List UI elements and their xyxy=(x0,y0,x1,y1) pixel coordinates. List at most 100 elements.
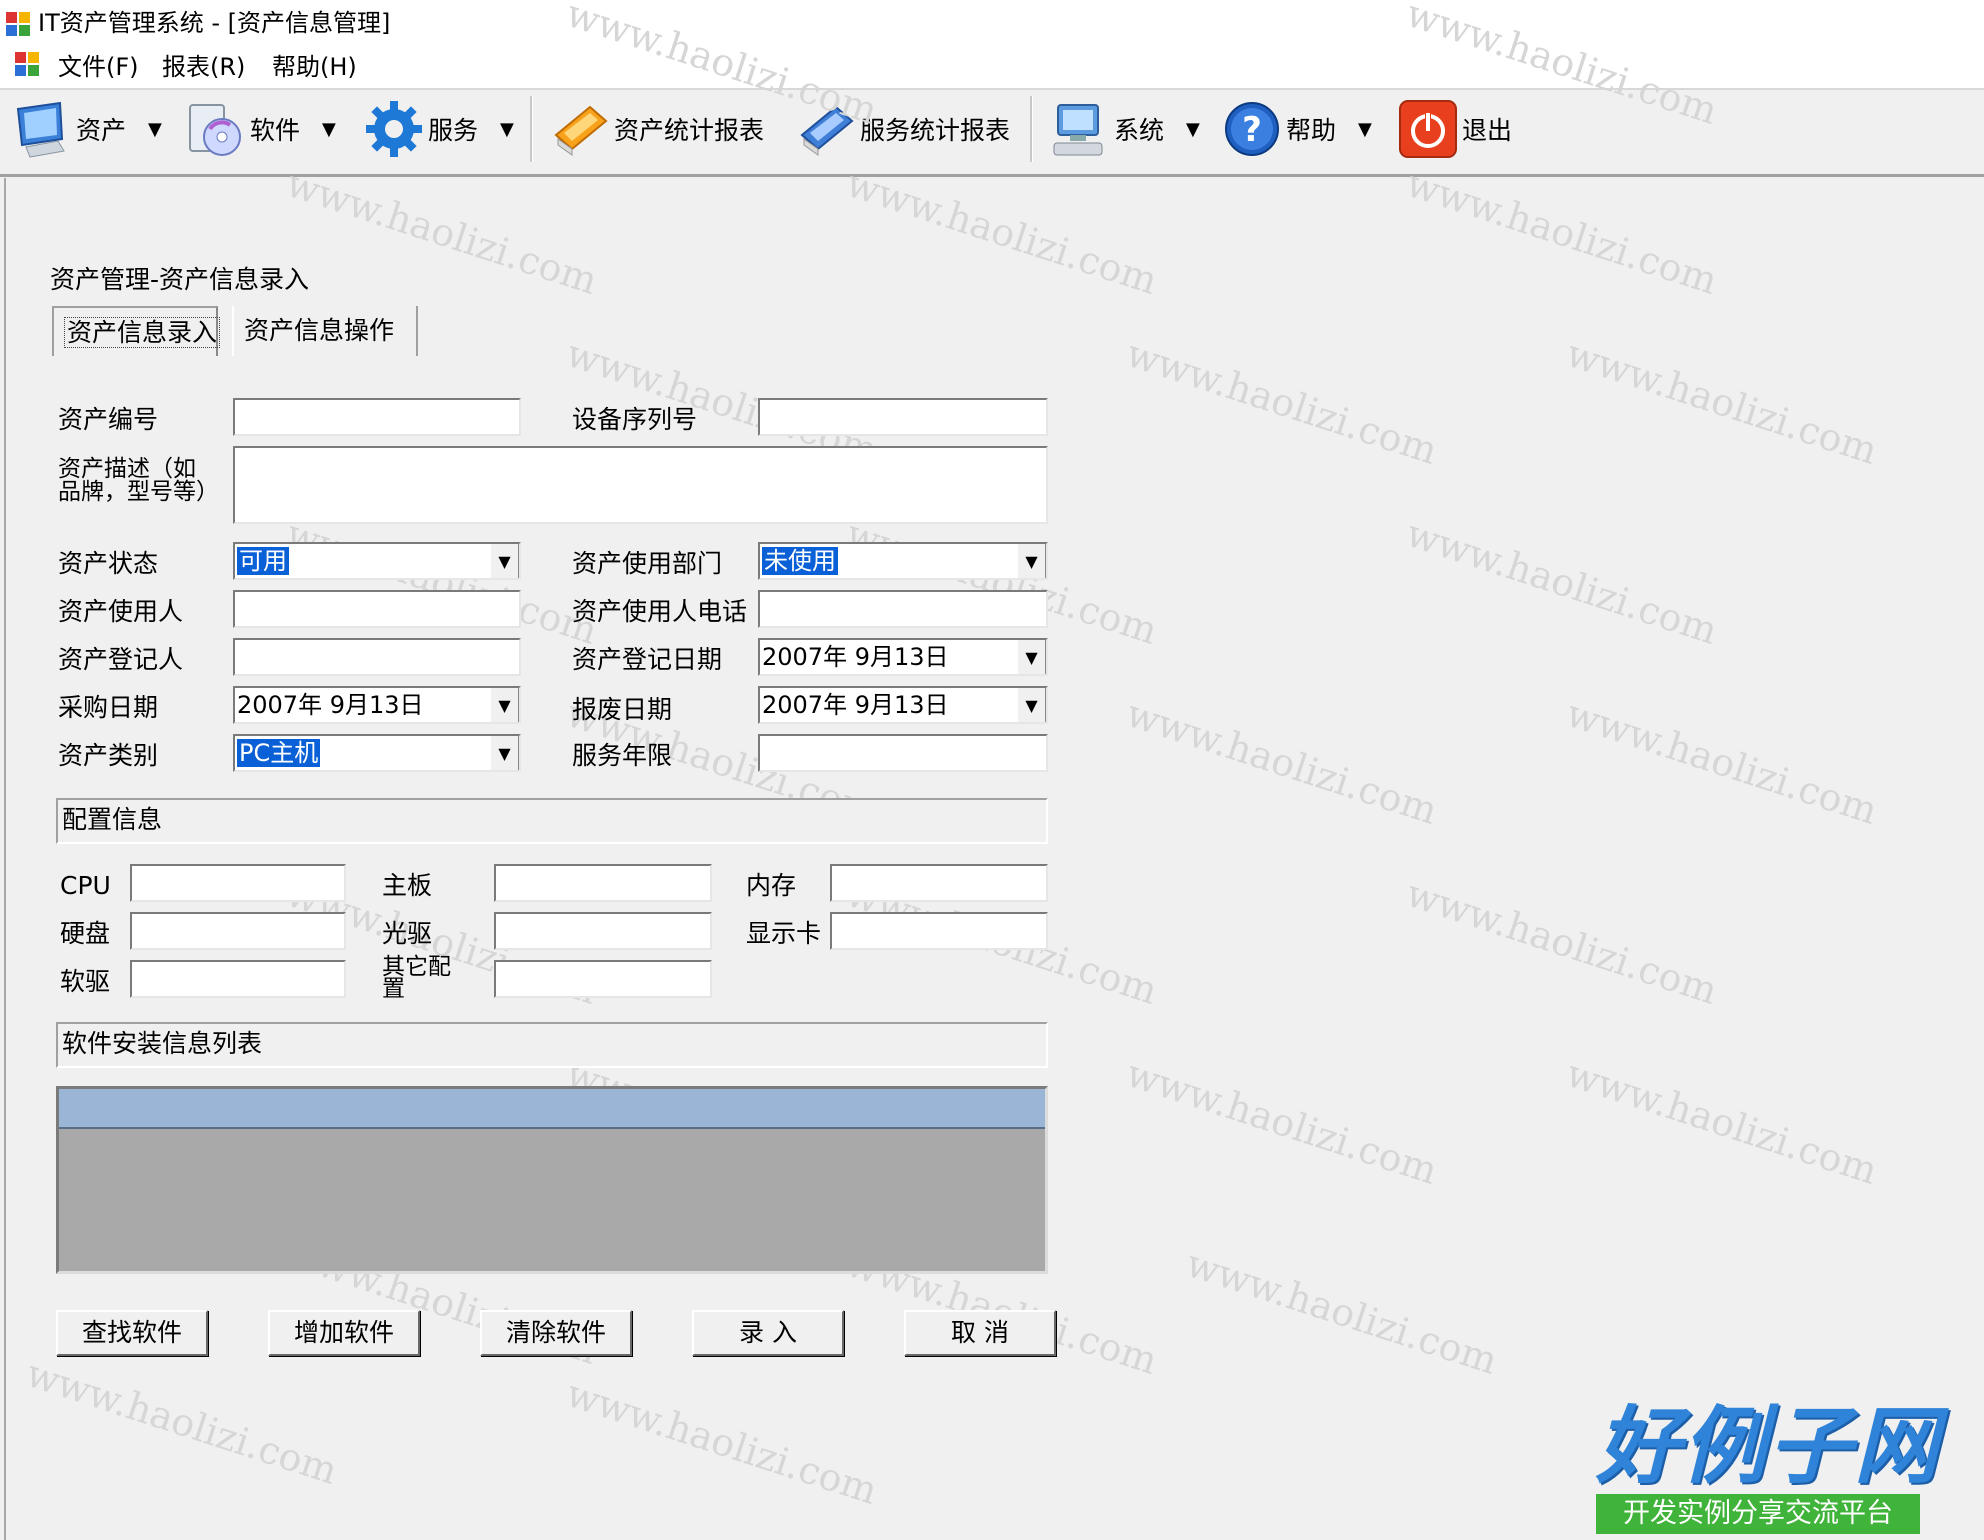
status-select[interactable]: 可用 ▼ xyxy=(233,542,521,580)
monitor-icon xyxy=(16,101,65,158)
hard-disk-input[interactable] xyxy=(130,912,346,950)
serial-no-input[interactable] xyxy=(758,398,1048,436)
computer-keyboard-icon xyxy=(1053,104,1103,156)
window-title: IT资产管理系统 - [资产信息管理] xyxy=(38,9,391,37)
cancel-button[interactable]: 取 消 xyxy=(904,1310,1056,1356)
help-question-icon: ? xyxy=(1225,102,1279,156)
software-disc-icon xyxy=(189,104,241,156)
floppy-drive-label: 软驱 xyxy=(60,967,111,996)
gear-icon xyxy=(366,101,422,157)
add-software-button[interactable]: 增加软件 xyxy=(268,1310,420,1356)
scrap-date-value: 2007年 9月13日 xyxy=(762,691,949,719)
motherboard-input[interactable] xyxy=(494,864,712,902)
purchase-date-value: 2007年 9月13日 xyxy=(237,691,424,719)
menu-help[interactable]: 帮助(H) xyxy=(272,52,357,82)
user-label: 资产使用人 xyxy=(58,597,184,626)
config-section-header: 配置信息 xyxy=(56,798,1048,844)
video-card-label: 显示卡 xyxy=(746,919,822,948)
toolbar-exit-button[interactable]: 退出 xyxy=(1398,96,1512,162)
other-config-label: 其它配置 xyxy=(382,954,451,1002)
mdi-child-icon[interactable] xyxy=(14,51,40,77)
register-date-picker[interactable]: 2007年 9月13日 ▼ xyxy=(758,638,1048,676)
chevron-down-icon[interactable]: ▼ xyxy=(1016,688,1046,722)
tab-asset-operations-label: 资产信息操作 xyxy=(244,316,395,345)
toolbar-asset-button[interactable]: 资产 ▼ xyxy=(12,96,162,162)
toolbar-asset-report-button[interactable]: 资产统计报表 xyxy=(550,96,764,162)
category-select[interactable]: PC主机 ▼ xyxy=(233,734,521,772)
chevron-down-icon[interactable]: ▼ xyxy=(500,119,514,140)
description-label: 资产描述（如品牌，型号等） xyxy=(58,456,219,505)
chevron-down-icon[interactable]: ▼ xyxy=(148,119,162,140)
chevron-down-icon[interactable]: ▼ xyxy=(1016,544,1046,578)
category-label: 资产类别 xyxy=(58,741,159,770)
tab-asset-operations[interactable]: 资产信息操作 xyxy=(232,306,418,356)
cpu-label: CPU xyxy=(60,871,111,900)
hard-disk-label: 硬盘 xyxy=(60,919,111,948)
service-years-input[interactable] xyxy=(758,734,1048,772)
serial-no-label: 设备序列号 xyxy=(572,405,698,434)
toolbar-service-report-button[interactable]: 服务统计报表 xyxy=(796,96,1010,162)
toolbar-system-label: 系统 xyxy=(1114,116,1165,145)
chevron-down-icon[interactable]: ▼ xyxy=(1016,640,1046,674)
power-icon xyxy=(1399,100,1457,158)
chevron-down-icon[interactable]: ▼ xyxy=(322,119,336,140)
register-date-value: 2007年 9月13日 xyxy=(762,643,949,671)
clear-software-button[interactable]: 清除软件 xyxy=(480,1310,632,1356)
user-phone-label: 资产使用人电话 xyxy=(572,597,748,626)
toolbar-software-label: 软件 xyxy=(250,116,301,145)
menu-file[interactable]: 文件(F) xyxy=(58,52,139,82)
toolbar-service-label: 服务 xyxy=(428,116,479,145)
user-input[interactable] xyxy=(233,590,521,628)
brand-tagline: 开发实例分享交流平台 xyxy=(1596,1494,1920,1534)
cpu-input[interactable] xyxy=(130,864,346,902)
toolbar-service-report-label: 服务统计报表 xyxy=(860,116,1011,145)
status-label: 资产状态 xyxy=(58,549,159,578)
submit-button[interactable]: 录 入 xyxy=(692,1310,844,1356)
description-textarea[interactable] xyxy=(233,446,1048,524)
optical-drive-label: 光驱 xyxy=(382,919,433,948)
find-software-button[interactable]: 查找软件 xyxy=(56,1310,208,1356)
report-book-icon xyxy=(554,105,608,156)
chevron-down-icon[interactable]: ▼ xyxy=(489,736,519,770)
chevron-down-icon[interactable]: ▼ xyxy=(489,544,519,578)
scrap-date-picker[interactable]: 2007年 9月13日 ▼ xyxy=(758,686,1048,724)
department-label: 资产使用部门 xyxy=(572,549,723,578)
toolbar-help-button[interactable]: ? 帮助 ▼ xyxy=(1222,96,1372,162)
other-config-input[interactable] xyxy=(494,960,712,998)
brand-watermark: 好例子网 开发实例分享交流平台 xyxy=(1596,1397,1941,1534)
software-section-header: 软件安装信息列表 xyxy=(56,1022,1048,1068)
registrar-label: 资产登记人 xyxy=(58,645,184,674)
memory-label: 内存 xyxy=(746,871,797,900)
video-card-input[interactable] xyxy=(830,912,1048,950)
brand-logo: 好例子网 xyxy=(1596,1397,1941,1495)
toolbar-software-button[interactable]: 软件 ▼ xyxy=(186,96,336,162)
memory-input[interactable] xyxy=(830,864,1048,902)
toolbar-system-button[interactable]: 系统 ▼ xyxy=(1050,96,1200,162)
toolbar-exit-label: 退出 xyxy=(1462,116,1513,145)
toolbar-asset-label: 资产 xyxy=(76,116,127,145)
toolbar-service-button[interactable]: 服务 ▼ xyxy=(364,96,514,162)
registrar-input[interactable] xyxy=(233,638,521,676)
register-date-label: 资产登记日期 xyxy=(572,645,723,674)
menu-report[interactable]: 报表(R) xyxy=(162,52,245,82)
toolbar-separator xyxy=(1030,96,1033,162)
chevron-down-icon[interactable]: ▼ xyxy=(489,688,519,722)
asset-no-input[interactable] xyxy=(233,398,521,436)
department-select-value: 未使用 xyxy=(762,547,838,575)
toolbar-separator xyxy=(530,96,533,162)
chevron-down-icon[interactable]: ▼ xyxy=(1186,119,1200,140)
optical-drive-input[interactable] xyxy=(494,912,712,950)
floppy-drive-input[interactable] xyxy=(130,960,346,998)
breadcrumb: 资产管理-资产信息录入 xyxy=(50,265,310,294)
user-phone-input[interactable] xyxy=(758,590,1048,628)
toolbar-help-label: 帮助 xyxy=(1286,116,1337,145)
chevron-down-icon[interactable]: ▼ xyxy=(1358,119,1372,140)
category-select-value: PC主机 xyxy=(237,739,321,767)
svg-text:?: ? xyxy=(1242,110,1262,150)
report-book-icon xyxy=(800,105,854,156)
department-select[interactable]: 未使用 ▼ xyxy=(758,542,1048,580)
purchase-date-picker[interactable]: 2007年 9月13日 ▼ xyxy=(233,686,521,724)
tab-asset-entry[interactable]: 资产信息录入 xyxy=(52,306,221,356)
tab-asset-entry-label: 资产信息录入 xyxy=(64,317,221,348)
config-section-title: 配置信息 xyxy=(62,805,163,834)
